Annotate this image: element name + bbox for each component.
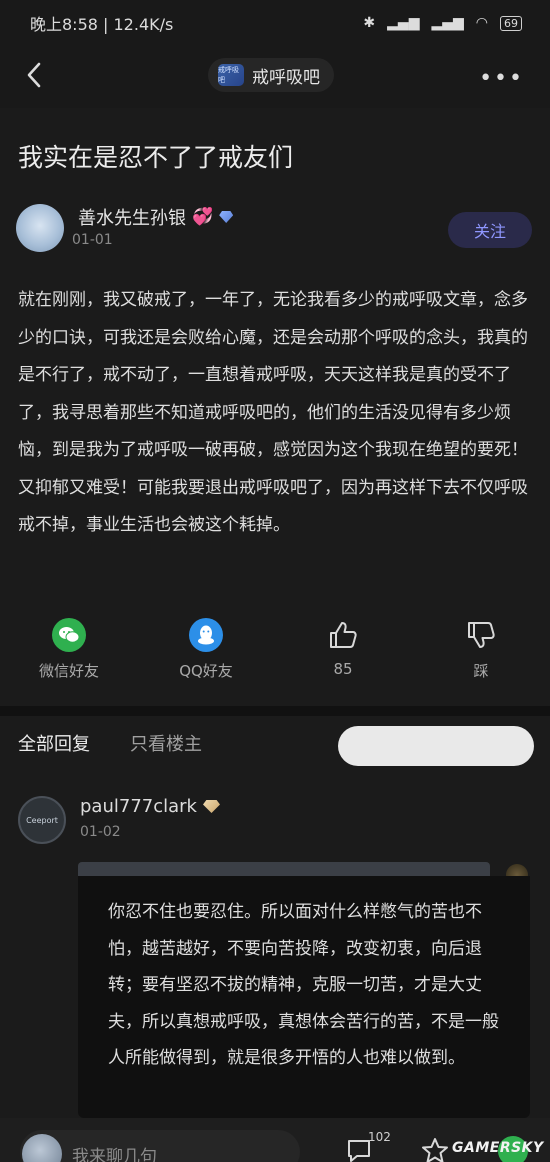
status-bar: 晚上8:58 | 12.4K/s ✱ ▂▄▆ ▂▄▆ ◠ 69: [0, 0, 550, 46]
reply-content: 你忍不住也要忍住。所以面对什么样憋气的苦也不怕，越苦越好，不要向苦投降，改变初衷…: [108, 902, 499, 1068]
forum-button[interactable]: 戒呼吸吧 戒呼吸吧: [208, 58, 334, 92]
reply-username: paul777clark: [80, 796, 197, 817]
wechat-label: 微信好友: [38, 662, 99, 680]
star-icon[interactable]: [420, 1136, 450, 1162]
post-title: 我实在是忍不了了戒友们: [18, 143, 294, 172]
forum-name: 戒呼吸吧: [252, 67, 320, 88]
status-icons: ✱ ▂▄▆ ▂▄▆ ◠ 69: [363, 15, 522, 31]
like-count: 85: [333, 660, 353, 678]
sort-toggle[interactable]: [338, 726, 534, 766]
bluetooth-icon: ✱: [363, 15, 376, 31]
share-qq-button[interactable]: QQ好友: [151, 618, 261, 681]
battery-icon: 69: [500, 15, 522, 31]
more-options-icon[interactable]: •••: [479, 66, 524, 91]
reply-date: 01-02: [80, 824, 121, 840]
comment-count: 102: [368, 1130, 391, 1144]
dislike-label: 踩: [473, 662, 489, 680]
gamersky-watermark: GAMERSKY: [452, 1140, 544, 1156]
back-arrow-icon[interactable]: [20, 60, 50, 90]
like-button[interactable]: 85: [288, 618, 398, 678]
follow-button[interactable]: 关注: [448, 212, 532, 248]
status-time: 晚上8:58 | 12.4K/s: [30, 15, 174, 34]
dislike-button[interactable]: 踩: [426, 618, 536, 681]
author-name-row[interactable]: 善水先生孙银 💞: [78, 204, 234, 230]
tab-all-replies[interactable]: 全部回复: [18, 730, 90, 756]
post-content: 就在刚刚，我又破戒了，一年了，无论我看多少的戒呼吸文章，念多少的口诀，可我还是会…: [18, 290, 528, 535]
quote-header-bar: [78, 862, 490, 876]
qq-label: QQ好友: [179, 662, 233, 680]
reply-avatar[interactable]: Ceeport: [18, 796, 66, 844]
post-card: 我实在是忍不了了戒友们 善水先生孙银 💞 01-01 关注 就在刚刚，我又破戒了…: [0, 108, 550, 706]
signal-icon: ▂▄▆: [387, 15, 420, 31]
diamond-badge-icon: [202, 800, 220, 813]
wifi-icon: ◠: [475, 15, 488, 31]
comment-placeholder: 我来聊几句: [72, 1147, 157, 1162]
signal-2-icon: ▂▄▆: [431, 15, 464, 31]
wechat-icon: [52, 618, 86, 652]
share-wechat-button[interactable]: 微信好友: [14, 618, 124, 681]
thumbs-up-icon: [330, 622, 357, 648]
reply-item: Ceeport paul777clark 01-02 你忍不住也要忍住。所以面对…: [0, 778, 550, 1118]
reply-tabs: 全部回复 只看楼主: [0, 716, 550, 778]
reply-username-row[interactable]: paul777clark: [80, 796, 220, 817]
post-actions: 微信好友 QQ好友 85 踩: [0, 618, 550, 688]
nav-bar: 戒呼吸吧 戒呼吸吧 •••: [0, 46, 550, 108]
author-name: 善水先生孙银: [78, 208, 186, 229]
comment-input[interactable]: [20, 1130, 300, 1162]
heart-icon: 💞: [192, 207, 214, 227]
post-date: 01-01: [72, 232, 113, 248]
forum-logo: 戒呼吸吧: [218, 64, 244, 86]
thumbs-down-icon: [468, 622, 495, 648]
qq-icon: [189, 618, 223, 652]
author-avatar[interactable]: [16, 204, 64, 252]
tab-op-only[interactable]: 只看楼主: [130, 730, 202, 756]
diamond-badge-icon: [219, 211, 234, 223]
section-divider: [0, 706, 550, 716]
